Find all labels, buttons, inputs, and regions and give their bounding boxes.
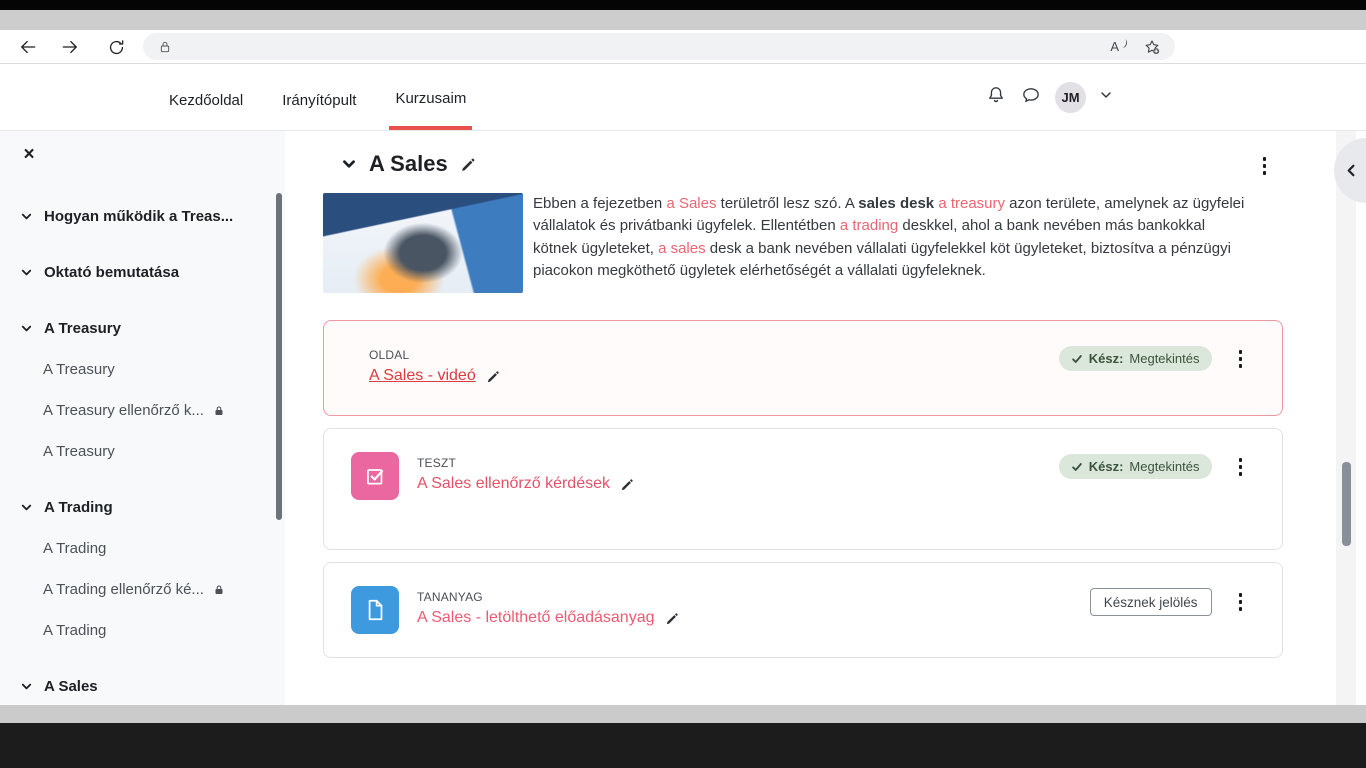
sidebar-scrollbar-thumb[interactable] xyxy=(276,193,282,520)
edit-activity-pencil-icon[interactable] xyxy=(486,369,501,384)
primary-nav: Kezdőoldal Irányítópult Kurzusaim xyxy=(163,64,473,130)
window-titlebar xyxy=(0,10,1366,30)
chat-bubble-icon xyxy=(1023,87,1039,102)
chevron-down-icon xyxy=(20,322,33,335)
user-menu-button[interactable] xyxy=(1099,88,1113,107)
lock-icon xyxy=(213,405,225,417)
chevron-down-icon xyxy=(20,266,33,279)
activity-card-tananyag: TANANYAG A Sales - letölthető előadásany… xyxy=(323,562,1283,658)
bell-icon xyxy=(989,86,1003,102)
lock-icon xyxy=(213,584,225,596)
section-header: A Sales xyxy=(341,151,1366,177)
browser-back-button[interactable] xyxy=(16,35,40,59)
nav-iranyitopult[interactable]: Irányítópult xyxy=(276,64,362,130)
read-aloud-icon[interactable]: A xyxy=(1110,38,1129,54)
activity-link[interactable]: A Sales ellenőrző kérdések xyxy=(417,475,610,493)
section-menu-kebab-icon[interactable] xyxy=(1259,153,1271,179)
activity-card-teszt: TESZT A Sales ellenőrző kérdések Kész: M… xyxy=(323,428,1283,550)
section-summary: Ebben a fejezetben a Sales területről le… xyxy=(323,193,1366,293)
main-content: A Sales Ebben a fejezetben a Sales terül… xyxy=(285,131,1366,705)
edit-activity-pencil-icon[interactable] xyxy=(620,477,635,492)
activity-type-label: OLDAL xyxy=(369,348,410,362)
quiz-activity-icon xyxy=(351,452,399,500)
activity-type-label: TESZT xyxy=(417,456,456,470)
page-body: × Hogyan működik a Treas... Oktató bemut… xyxy=(0,131,1366,705)
sidebar-section-oktato[interactable]: Oktató bemutatása xyxy=(0,252,285,293)
activity-list: OLDAL A Sales - videó Kész: Megtekintés … xyxy=(323,320,1283,658)
sidebar-section-a-trading[interactable]: A Trading xyxy=(0,487,285,528)
add-favorite-star-icon[interactable] xyxy=(1143,38,1161,56)
check-icon xyxy=(1071,462,1082,471)
collapse-section-chevron-icon[interactable] xyxy=(341,156,357,172)
notifications-button[interactable] xyxy=(985,84,1007,111)
chevron-down-icon xyxy=(1101,91,1111,98)
handshake-image xyxy=(323,193,523,293)
nav-kezdooldal[interactable]: Kezdőoldal xyxy=(163,64,249,130)
chevron-down-icon xyxy=(20,210,33,223)
sidebar-item-trading-2[interactable]: A Trading xyxy=(0,610,285,651)
app-header: Kezdőoldal Irányítópult Kurzusaim JM xyxy=(0,64,1366,188)
sidebar-item-treasury-quiz[interactable]: A Treasury ellenőrző k... xyxy=(0,390,285,431)
sidebar-item-treasury-2[interactable]: A Treasury xyxy=(0,431,285,472)
browser-toolbar: A xyxy=(0,30,1366,64)
screen-bottom-strip xyxy=(0,723,1366,768)
address-bar[interactable]: A xyxy=(143,33,1175,60)
summary-text: Ebben a fejezetben a Sales területről le… xyxy=(533,195,1245,280)
edit-activity-pencil-icon[interactable] xyxy=(665,611,680,626)
completion-status-badge[interactable]: Kész: Megtekintés xyxy=(1058,346,1212,372)
window-bottom-strip xyxy=(0,705,1366,723)
lock-icon xyxy=(160,41,170,52)
completion-status-badge[interactable]: Kész: Megtekintés xyxy=(1058,454,1212,480)
activity-menu-kebab-icon[interactable] xyxy=(1235,589,1247,615)
browser-refresh-button[interactable] xyxy=(104,35,128,59)
sidebar-item-trading-quiz[interactable]: A Trading ellenőrző ké... xyxy=(0,569,285,610)
page-title: A Sales xyxy=(369,151,448,176)
sidebar-section-a-sales[interactable]: A Sales xyxy=(0,666,285,705)
nav-kurzusaim[interactable]: Kurzusaim xyxy=(389,64,473,130)
refresh-icon xyxy=(109,39,123,54)
edit-section-pencil-icon[interactable] xyxy=(460,156,477,173)
avatar[interactable]: JM xyxy=(1055,81,1086,113)
sidebar-section-a-treasury[interactable]: A Treasury xyxy=(0,308,285,349)
mark-done-button[interactable]: Késznek jelölés xyxy=(1089,588,1212,616)
close-icon: × xyxy=(23,144,35,165)
page-scrollbar-thumb[interactable] xyxy=(1342,462,1351,546)
sidebar-item-trading-1[interactable]: A Trading xyxy=(0,528,285,569)
browser-forward-button[interactable] xyxy=(58,35,82,59)
check-icon xyxy=(1071,354,1082,363)
messages-button[interactable] xyxy=(1020,84,1042,111)
screen-top-strip xyxy=(0,0,1366,10)
close-drawer-button[interactable]: × xyxy=(17,143,41,167)
course-index-drawer: × Hogyan működik a Treas... Oktató bemut… xyxy=(0,131,285,705)
sidebar-section-hogyan-mukodik[interactable]: Hogyan működik a Treas... xyxy=(0,196,285,237)
activity-type-label: TANANYAG xyxy=(417,590,483,604)
resource-activity-icon xyxy=(351,586,399,634)
back-arrow-icon xyxy=(21,40,36,54)
forward-arrow-icon xyxy=(62,40,77,54)
course-index: Hogyan működik a Treas... Oktató bemutat… xyxy=(0,131,285,705)
page-scrollbar-track[interactable] xyxy=(1336,131,1356,705)
chevron-left-icon xyxy=(1347,164,1355,177)
activity-menu-kebab-icon[interactable] xyxy=(1235,454,1247,480)
sidebar-item-treasury-1[interactable]: A Treasury xyxy=(0,349,285,390)
chevron-down-icon xyxy=(20,501,33,514)
activity-link[interactable]: A Sales - videó xyxy=(369,367,476,385)
chevron-down-icon xyxy=(20,680,33,693)
activity-menu-kebab-icon[interactable] xyxy=(1235,346,1247,372)
activity-card-oldal: OLDAL A Sales - videó Kész: Megtekintés xyxy=(323,320,1283,500)
screen: A Kezdőoldal Irányítópult Kurzusaim JM ×… xyxy=(0,0,1366,768)
activity-link[interactable]: A Sales - letölthető előadásanyag xyxy=(417,609,655,627)
